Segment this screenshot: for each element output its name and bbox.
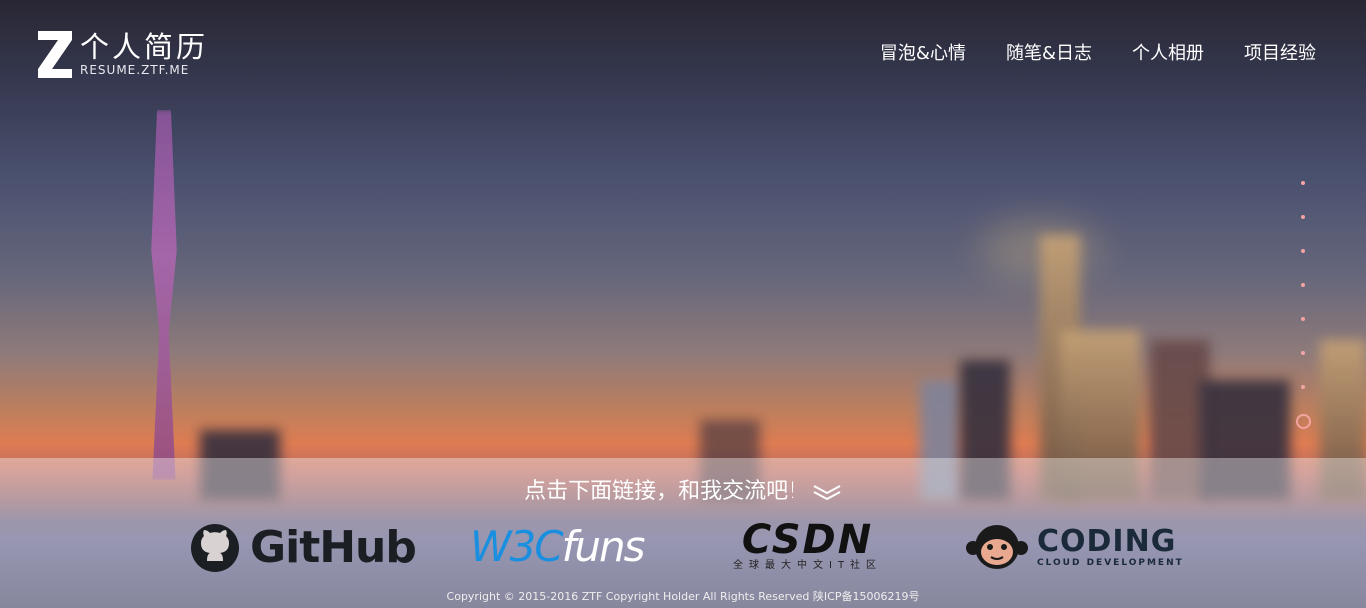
section-dot[interactable]	[1301, 385, 1305, 389]
copyright-text: Copyright © 2015-2016 ZTF Copyright Hold…	[446, 590, 920, 603]
section-dot[interactable]	[1301, 249, 1305, 253]
csdn-slogan: 全球最大中文IT社区	[733, 560, 883, 571]
csdn-wordmark: CSDN	[741, 517, 874, 563]
section-dot[interactable]	[1301, 215, 1305, 219]
logo-title: 个人简历	[80, 30, 209, 64]
section-dot[interactable]	[1301, 181, 1305, 185]
coding-wordmark: CODING	[1037, 524, 1177, 559]
coding-link[interactable]: CODING CLOUD DEVELOPMENT	[965, 522, 1184, 572]
csdn-logo: CSDN 全球最大中文IT社区	[733, 520, 882, 572]
site-logo[interactable]: 个人简历 RESUME.ZTF.ME	[38, 31, 208, 78]
partner-links: GitHub W3Cfuns CSDN 全球最大中文IT社区 CODING CL…	[0, 518, 1366, 578]
tagline-text: 点击下面链接，和我交流吧!	[524, 479, 797, 504]
nav-item-album[interactable]: 个人相册	[1132, 42, 1204, 66]
github-wordmark: GitHub	[250, 522, 417, 573]
z-logo-icon	[38, 31, 72, 78]
nav-item-projects[interactable]: 项目经验	[1244, 42, 1316, 66]
logo-subtitle: RESUME.ZTF.ME	[80, 63, 190, 77]
w3cfuns-link[interactable]: W3Cfuns	[470, 522, 646, 571]
coding-logo: CODING CLOUD DEVELOPMENT	[1037, 524, 1184, 569]
chevron-down-icon	[813, 485, 841, 501]
section-dot[interactable]	[1301, 283, 1305, 287]
coding-slogan: CLOUD DEVELOPMENT	[1037, 558, 1184, 568]
github-link[interactable]: GitHub	[190, 522, 417, 573]
section-dot[interactable]	[1296, 414, 1311, 429]
main-nav: 冒泡&心情 随笔&日志 个人相册 项目经验	[880, 42, 1316, 66]
nav-item-mood[interactable]: 冒泡&心情	[880, 42, 966, 66]
funs-text: funs	[561, 522, 646, 571]
footer-tagline: 点击下面链接，和我交流吧!	[0, 478, 1366, 506]
w3c-text: W3C	[470, 522, 564, 571]
section-dot[interactable]	[1301, 317, 1305, 321]
nav-item-journal[interactable]: 随笔&日志	[1006, 42, 1092, 66]
github-octocat-icon	[191, 523, 239, 572]
csdn-link[interactable]: CSDN 全球最大中文IT社区	[733, 520, 882, 572]
section-dot[interactable]	[1301, 351, 1305, 355]
w3cfuns-wordmark: W3Cfuns	[470, 522, 646, 571]
monkey-icon	[966, 525, 1028, 569]
logo-text: 个人简历 RESUME.ZTF.ME	[80, 31, 208, 77]
